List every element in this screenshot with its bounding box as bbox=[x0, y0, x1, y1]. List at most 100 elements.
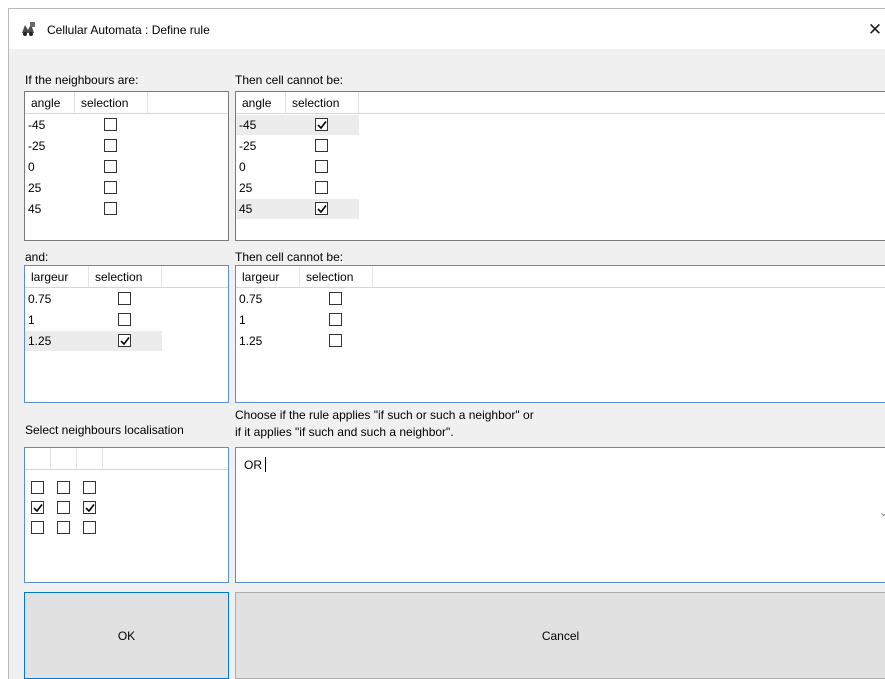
neighbour-row bbox=[25, 521, 125, 541]
cancel-button[interactable]: Cancel bbox=[235, 592, 885, 679]
neighbour-checkbox[interactable] bbox=[57, 481, 70, 494]
selection-checkbox[interactable] bbox=[315, 118, 328, 131]
selection-checkbox[interactable] bbox=[104, 202, 117, 215]
row-value: 0 bbox=[239, 160, 246, 174]
selection-checkbox[interactable] bbox=[315, 139, 328, 152]
ok-button[interactable]: OK bbox=[24, 592, 229, 679]
selection-checkbox[interactable] bbox=[118, 313, 131, 326]
table-row[interactable]: 0 bbox=[25, 157, 148, 177]
table-row[interactable]: -25 bbox=[236, 136, 359, 156]
column-header[interactable] bbox=[25, 448, 51, 470]
row-selection-cell bbox=[75, 199, 148, 219]
neighbours-angle-label: If the neighbours are: bbox=[25, 73, 139, 87]
row-value: -25 bbox=[28, 139, 46, 153]
column-header-value[interactable]: largeur bbox=[25, 266, 89, 288]
neighbours-width-grid[interactable]: largeur selection 0.75 1 1.25 bbox=[24, 265, 229, 403]
header-filler bbox=[103, 448, 228, 470]
row-value: 45 bbox=[28, 202, 42, 216]
row-selection-cell bbox=[89, 331, 162, 351]
row-value: 1 bbox=[239, 313, 246, 327]
text-caret bbox=[265, 457, 266, 472]
column-header-value[interactable]: angle bbox=[236, 92, 286, 114]
result-width-label: Then cell cannot be: bbox=[235, 250, 344, 264]
table-row[interactable]: 0 bbox=[236, 157, 359, 177]
table-row[interactable]: 45 bbox=[25, 199, 148, 219]
neighbours-angle-grid[interactable]: angle selection -45 -25 0 25 45 bbox=[24, 91, 229, 241]
row-value: 0.75 bbox=[239, 292, 263, 306]
neighbour-checkbox[interactable] bbox=[83, 521, 96, 534]
selection-checkbox[interactable] bbox=[104, 118, 117, 131]
row-value: 1.25 bbox=[239, 334, 263, 348]
neighbour-checkbox[interactable] bbox=[31, 521, 44, 534]
window-title: Cellular Automata : Define rule bbox=[47, 23, 210, 37]
row-value: 0.75 bbox=[28, 292, 52, 306]
neighbours-width-label: and: bbox=[25, 250, 49, 264]
table-row[interactable]: 0.75 bbox=[25, 289, 162, 309]
result-angle-grid[interactable]: angle selection -45 -25 0 25 45 bbox=[235, 91, 885, 241]
row-value: 45 bbox=[239, 202, 253, 216]
table-row[interactable]: 1.25 bbox=[236, 331, 373, 351]
table-row[interactable]: -45 bbox=[25, 115, 148, 135]
column-header-value[interactable]: largeur bbox=[236, 266, 300, 288]
selection-checkbox[interactable] bbox=[315, 181, 328, 194]
app-icon bbox=[20, 21, 36, 37]
neighbour-checkbox[interactable] bbox=[57, 521, 70, 534]
table-row[interactable]: 45 bbox=[236, 199, 359, 219]
header-filler bbox=[373, 266, 885, 288]
selection-checkbox[interactable] bbox=[329, 313, 342, 326]
title-bar: Cellular Automata : Define rule ✕ bbox=[9, 9, 885, 49]
column-header-selection[interactable]: selection bbox=[89, 266, 162, 288]
selection-checkbox[interactable] bbox=[118, 292, 131, 305]
neighbour-checkbox[interactable] bbox=[31, 501, 44, 514]
column-header[interactable] bbox=[77, 448, 103, 470]
selection-checkbox[interactable] bbox=[329, 334, 342, 347]
table-row[interactable]: 1 bbox=[236, 310, 373, 330]
neighbours-localisation-grid[interactable] bbox=[24, 447, 229, 583]
column-header[interactable] bbox=[51, 448, 77, 470]
neighbour-checkbox[interactable] bbox=[83, 481, 96, 494]
selection-checkbox[interactable] bbox=[104, 139, 117, 152]
column-header-value[interactable]: angle bbox=[25, 92, 75, 114]
row-value: -25 bbox=[239, 139, 257, 153]
table-row[interactable]: 25 bbox=[25, 178, 148, 198]
table-row[interactable]: 1 bbox=[25, 310, 162, 330]
table-row[interactable]: 1.25 bbox=[25, 331, 162, 351]
table-row[interactable]: -45 bbox=[236, 115, 359, 135]
row-value: 0 bbox=[28, 160, 35, 174]
selection-checkbox[interactable] bbox=[315, 202, 328, 215]
row-selection-cell bbox=[89, 289, 162, 309]
neighbour-checkbox[interactable] bbox=[31, 481, 44, 494]
chevron-down-icon[interactable]: ⌄ bbox=[879, 506, 885, 519]
selection-checkbox[interactable] bbox=[104, 181, 117, 194]
rule-mode-dropdown[interactable]: OR ⌄ bbox=[235, 447, 885, 583]
grid-header: angle selection bbox=[25, 92, 228, 114]
cancel-button-label: Cancel bbox=[541, 628, 580, 643]
column-header-selection[interactable]: selection bbox=[286, 92, 359, 114]
row-value: -45 bbox=[28, 118, 46, 132]
row-selection-cell bbox=[89, 310, 162, 330]
selection-checkbox[interactable] bbox=[329, 292, 342, 305]
grid-header: largeur selection bbox=[236, 266, 885, 288]
dialog-window: Cellular Automata : Define rule ✕ If the… bbox=[8, 8, 885, 679]
result-width-grid[interactable]: largeur selection 0.75 1 1.25 bbox=[235, 265, 885, 403]
row-value: 1.25 bbox=[28, 334, 52, 348]
column-header-selection[interactable]: selection bbox=[75, 92, 148, 114]
neighbour-checkbox[interactable] bbox=[57, 501, 70, 514]
row-selection-cell bbox=[286, 178, 359, 198]
column-header-selection[interactable]: selection bbox=[300, 266, 373, 288]
row-selection-cell bbox=[286, 199, 359, 219]
neighbour-checkbox[interactable] bbox=[83, 501, 96, 514]
selection-checkbox[interactable] bbox=[104, 160, 117, 173]
selection-checkbox[interactable] bbox=[315, 160, 328, 173]
table-row[interactable]: -25 bbox=[25, 136, 148, 156]
table-row[interactable]: 25 bbox=[236, 178, 359, 198]
grid-header bbox=[25, 448, 228, 470]
selection-checkbox[interactable] bbox=[118, 334, 131, 347]
row-value: 25 bbox=[28, 181, 42, 195]
close-icon[interactable]: ✕ bbox=[864, 17, 885, 43]
neighbour-row bbox=[25, 481, 125, 501]
table-row[interactable]: 0.75 bbox=[236, 289, 373, 309]
row-selection-cell bbox=[300, 310, 373, 330]
grid-header: angle selection bbox=[236, 92, 885, 114]
header-filler bbox=[359, 92, 885, 114]
